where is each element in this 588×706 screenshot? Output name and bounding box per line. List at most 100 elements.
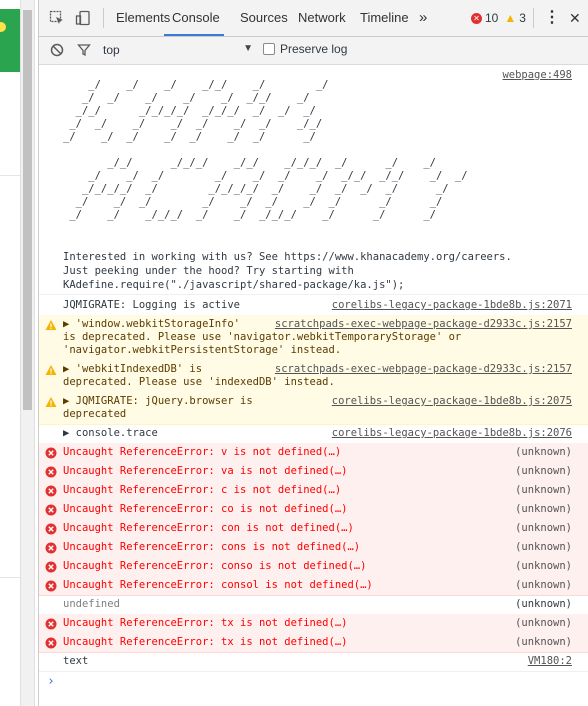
intro-line: KAdefine.require("./javascript/shared-pa… [63, 279, 405, 291]
preserve-log-checkbox[interactable] [263, 43, 275, 55]
devtools-tabbar: Elements Console Sources Network Timelin… [39, 0, 588, 37]
error-icon [45, 561, 57, 573]
console-message-source: (unknown) [515, 560, 572, 572]
tab-timeline[interactable]: Timeline [360, 0, 409, 36]
preserve-log-label: Preserve log [280, 42, 348, 56]
console-message-text: Uncaught ReferenceError: consol is not d… [63, 579, 373, 591]
customize-menu-button[interactable]: ⋮ [544, 0, 560, 36]
console-message-text: ▶ console.trace [63, 427, 158, 439]
error-icon [45, 504, 57, 516]
console-message-error[interactable]: Uncaught ReferenceError: co is not defin… [39, 500, 588, 520]
console-message-text: Uncaught ReferenceError: co is not defin… [63, 503, 348, 515]
console-message-text: undefined [63, 598, 120, 610]
console-message-error[interactable]: Uncaught ReferenceError: tx is not defin… [39, 614, 588, 634]
toolbar-separator [103, 8, 104, 28]
console-message-error[interactable]: Uncaught ReferenceError: tx is not defin… [39, 633, 588, 653]
console-message-text: ▶ JQMIGRATE: jQuery.browser is [63, 395, 253, 407]
console-message-source[interactable]: corelibs-legacy-package-1bde8b.js:2075 [332, 395, 572, 408]
warning-icon [45, 364, 57, 376]
close-devtools-button[interactable]: ✕ [569, 0, 581, 36]
console-message-text: Uncaught ReferenceError: va is not defin… [63, 465, 348, 477]
context-selector[interactable]: top ▼ [103, 43, 253, 57]
warning-icon [45, 396, 57, 408]
row-divider [39, 294, 588, 295]
error-icon [45, 485, 57, 497]
more-tabs-button[interactable]: » [419, 0, 427, 36]
issue-counters[interactable]: ✕ 10 ▲ 3 [471, 11, 526, 25]
console-message-log[interactable]: JQMIGRATE: Logging is active corelibs-leg… [39, 296, 588, 316]
clear-console-icon[interactable] [48, 41, 66, 59]
console-message-source[interactable]: corelibs-legacy-package-1bde8b.js:2071 [332, 299, 572, 312]
underlying-page-strip [0, 0, 20, 706]
warning-icon [45, 319, 57, 331]
error-count-icon: ✕ [471, 12, 482, 24]
console-message-error[interactable]: Uncaught ReferenceError: cons is not def… [39, 538, 588, 558]
console-message-log[interactable]: ▶ console.trace corelibs-legacy-package-1… [39, 424, 588, 444]
tab-sources[interactable]: Sources [240, 0, 288, 36]
error-icon [45, 542, 57, 554]
page-scrollbar-thumb[interactable] [23, 10, 32, 410]
ascii-art-banner: _/ _/ _/ _/_/ _/ _/ _/ _/ _/ _/ _/ _/_/ … [63, 79, 468, 221]
tab-console[interactable]: Console [164, 0, 224, 36]
console-message-source[interactable]: VM180:2 [528, 655, 572, 668]
error-icon [45, 580, 57, 592]
console-filter-bar: top ▼ Preserve log [39, 37, 588, 65]
console-message-text: Uncaught ReferenceError: con is not defi… [63, 522, 354, 534]
console-message-text: Uncaught ReferenceError: conso is not de… [63, 560, 367, 572]
console-message-text: Uncaught ReferenceError: v is not define… [63, 446, 342, 458]
console-message-log[interactable]: text VM180:2 [39, 652, 588, 672]
console-message-error[interactable]: Uncaught ReferenceError: v is not define… [39, 443, 588, 463]
error-icon [45, 447, 57, 459]
console-message-error[interactable]: Uncaught ReferenceError: consol is not d… [39, 576, 588, 596]
console-message-source: (unknown) [515, 446, 572, 458]
console-message-source: (unknown) [515, 579, 572, 591]
device-toolbar-icon[interactable] [73, 8, 93, 28]
console-message-source: (unknown) [515, 636, 572, 648]
console-message-text: deprecated [63, 408, 127, 420]
filter-icon[interactable] [75, 41, 93, 59]
console-message-text: Uncaught ReferenceError: cons is not def… [63, 541, 361, 553]
devtools-panel: Elements Console Sources Network Timelin… [38, 0, 588, 706]
page-divider [0, 577, 20, 578]
console-message-text: ▶ 'webkitIndexedDB' is [63, 363, 203, 375]
console-message-text: 'navigator.webkitPersistentStorage' inst… [63, 344, 342, 356]
console-message-source: (unknown) [515, 503, 572, 515]
console-message-source[interactable]: scratchpads-exec-webpage-package-d2933c.… [275, 363, 572, 376]
console-message-source: (unknown) [515, 617, 572, 629]
console-message-error[interactable]: Uncaught ReferenceError: con is not defi… [39, 519, 588, 539]
console-message-error[interactable]: Uncaught ReferenceError: conso is not de… [39, 557, 588, 577]
console-message-source[interactable]: scratchpads-exec-webpage-package-d2933c.… [275, 318, 572, 331]
console-message-text: Uncaught ReferenceError: tx is not defin… [63, 636, 348, 648]
error-icon [45, 618, 57, 630]
page-scrollbar[interactable] [20, 0, 35, 706]
intro-line: Just peeking under the hood? Try startin… [63, 265, 354, 277]
toolbar-separator [533, 8, 534, 28]
page-green-banner [0, 9, 20, 72]
dropdown-arrow-icon: ▼ [243, 43, 253, 54]
console-message-text: is deprecated. Please use 'navigator.web… [63, 331, 462, 343]
console-message-result[interactable]: undefined (unknown) [39, 595, 588, 615]
error-icon [45, 466, 57, 478]
console-message-text: Uncaught ReferenceError: c is not define… [63, 484, 342, 496]
console-message-text: ▶ 'window.webkitStorageInfo' [63, 318, 241, 330]
console-message-text: deprecated. Please use 'indexedDB' inste… [63, 376, 335, 388]
banner-source-link[interactable]: webpage:498 [502, 69, 572, 82]
console-message-source: (unknown) [515, 484, 572, 496]
tab-elements[interactable]: Elements [116, 0, 170, 36]
console-message-warn[interactable]: ▶ JQMIGRATE: jQuery.browser is deprecated… [39, 392, 588, 425]
console-message-text: JQMIGRATE: Logging is active [63, 299, 241, 311]
console-message-error[interactable]: Uncaught ReferenceError: c is not define… [39, 481, 588, 501]
console-message-source: (unknown) [515, 598, 572, 610]
console-message-source[interactable]: corelibs-legacy-package-1bde8b.js:2076 [332, 427, 572, 440]
console-message-source: (unknown) [515, 522, 572, 534]
page-divider [0, 175, 20, 176]
inspect-element-icon[interactable] [47, 8, 67, 28]
console-message-warn[interactable]: ▶ 'webkitIndexedDB' is deprecated. Please… [39, 360, 588, 393]
console-prompt[interactable]: › [47, 675, 55, 688]
console-message-text: text [63, 655, 89, 667]
tab-network[interactable]: Network [298, 0, 346, 36]
console-message-error[interactable]: Uncaught ReferenceError: va is not defin… [39, 462, 588, 482]
console-message-warn[interactable]: ▶ 'window.webkitStorageInfo' is deprecate… [39, 315, 588, 361]
context-selector-value: top [103, 43, 120, 57]
console-message-source: (unknown) [515, 541, 572, 553]
